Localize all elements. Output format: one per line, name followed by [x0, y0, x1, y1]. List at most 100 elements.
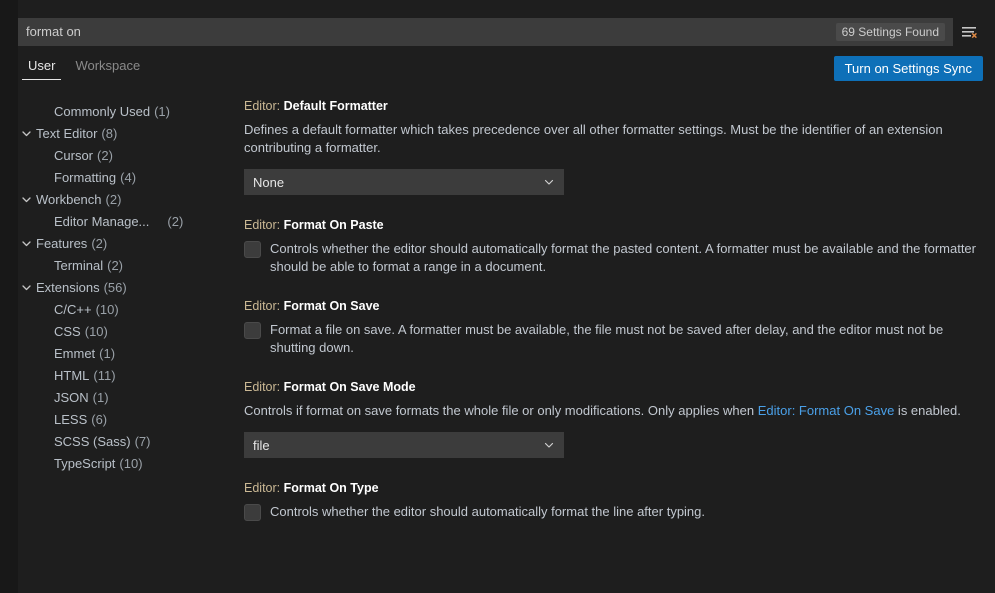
- setting-name: Default Formatter: [283, 99, 388, 113]
- tab-workspace[interactable]: Workspace: [65, 56, 150, 80]
- checkbox-format-on-paste[interactable]: [244, 241, 261, 258]
- toc-item-text-editor[interactable]: Text Editor (8): [18, 122, 222, 144]
- setting-description: Controls whether the editor should autom…: [270, 241, 976, 274]
- toc-item-less[interactable]: LESS (6): [18, 408, 222, 430]
- chevron-down-icon[interactable]: [18, 128, 34, 139]
- setting-title-format-on-save: Editor: Format On Save: [244, 298, 977, 315]
- settings-body: Commonly Used (1) Text Editor (8) Cursor (2) F…: [0, 86, 995, 593]
- chevron-down-icon: [543, 176, 555, 188]
- turn-on-settings-sync-button[interactable]: Turn on Settings Sync: [833, 56, 983, 81]
- settings-scope-tabs: User Workspace Turn on Settings Sync: [18, 56, 995, 86]
- dropdown-format-on-save-mode[interactable]: file: [244, 432, 564, 458]
- search-input[interactable]: format on 69 Settings Found: [18, 18, 953, 46]
- toc-item-count: (2): [167, 213, 184, 229]
- clear-filter-icon[interactable]: [959, 21, 981, 43]
- setting-description-link[interactable]: Editor: Format On Save: [758, 403, 895, 418]
- toc-item-scss-sass[interactable]: SCSS (Sass) (7): [18, 430, 222, 452]
- toc-item-extensions[interactable]: Extensions (56): [18, 276, 222, 298]
- chevron-down-icon[interactable]: [18, 238, 34, 249]
- setting-format-on-type: Editor: Format On Type Controls whether t…: [244, 480, 977, 521]
- setting-format-on-paste: Editor: Format On Paste Controls whether …: [244, 217, 977, 276]
- setting-category-prefix: Editor:: [244, 218, 284, 232]
- dropdown-default-formatter[interactable]: None: [244, 169, 564, 195]
- toc-item-count: (10): [95, 301, 119, 317]
- setting-checkbox-row: Format a file on save. A formatter must …: [244, 321, 977, 357]
- toc-item-count: (1): [99, 345, 116, 361]
- toc-item-count: (1): [154, 103, 170, 119]
- tab-workspace-label: Workspace: [75, 58, 141, 73]
- toc-item-count: (2): [105, 191, 122, 207]
- toc-item-html[interactable]: HTML (11): [18, 364, 222, 386]
- toc-item-label: Cursor: [54, 147, 94, 163]
- toc-item-label: Emmet: [54, 345, 96, 361]
- toc-item-count: (7): [134, 433, 151, 449]
- toc-item-label: SCSS (Sass): [54, 433, 131, 449]
- setting-category-prefix: Editor:: [244, 380, 284, 394]
- toc-item-commonly-used[interactable]: Commonly Used (1): [18, 100, 222, 122]
- setting-checkbox-row: Controls whether the editor should autom…: [244, 240, 977, 276]
- setting-description: Defines a default formatter which takes …: [244, 122, 943, 155]
- toc-item-typescript[interactable]: TypeScript (10): [18, 452, 222, 474]
- setting-category-prefix: Editor:: [244, 99, 284, 113]
- toc-item-count: (6): [91, 411, 108, 427]
- setting-checkbox-row: Controls whether the editor should autom…: [244, 503, 977, 521]
- setting-format-on-save: Editor: Format On Save Format a file on s…: [244, 298, 977, 357]
- setting-category-prefix: Editor:: [244, 481, 284, 495]
- checkbox-format-on-save[interactable]: [244, 322, 261, 339]
- toc-item-label: C/C++: [54, 301, 92, 317]
- toc-item-count: (2): [91, 235, 108, 251]
- settings-list: Editor: Default Formatter Defines a defau…: [222, 98, 995, 593]
- toc-item-label: Text Editor: [36, 125, 98, 141]
- setting-description: Controls if format on save formats the w…: [244, 403, 961, 418]
- toc-item-workbench[interactable]: Workbench (2): [18, 188, 222, 210]
- setting-description: Format a file on save. A formatter must …: [270, 322, 944, 355]
- toc-item-terminal[interactable]: Terminal (2): [18, 254, 222, 276]
- setting-title-default-formatter: Editor: Default Formatter: [244, 98, 977, 115]
- dropdown-selected-value: file: [253, 437, 270, 453]
- toc-item-features[interactable]: Features (2): [18, 232, 222, 254]
- toc-item-label: TypeScript: [54, 455, 116, 471]
- toc-item-json[interactable]: JSON (1): [18, 386, 222, 408]
- setting-title-format-on-type: Editor: Format On Type: [244, 480, 977, 497]
- toc-item-label: LESS: [54, 411, 88, 427]
- toc-item-cursor[interactable]: Cursor (2): [18, 144, 222, 166]
- setting-name: Format On Type: [283, 481, 379, 495]
- checkbox-format-on-type[interactable]: [244, 504, 261, 521]
- toc-item-label: Terminal: [54, 257, 104, 273]
- toc-item-label: HTML: [54, 367, 90, 383]
- toc-item-count: (1): [92, 389, 109, 405]
- toc-item-editor-manage[interactable]: Editor Manage... (2): [18, 210, 222, 232]
- toc-item-count: (4): [120, 169, 137, 185]
- toc-item-emmet[interactable]: Emmet (1): [18, 342, 222, 364]
- results-count-badge: 69 Settings Found: [835, 23, 945, 41]
- toc-item-label: CSS: [54, 323, 81, 339]
- toc-item-label: Editor Manage...: [54, 213, 150, 229]
- setting-name: Format On Save Mode: [283, 380, 416, 394]
- tab-user[interactable]: User: [18, 56, 65, 80]
- toc-item-label: Formatting: [54, 169, 117, 185]
- toc-item-count: (11): [93, 367, 116, 383]
- setting-name: Format On Paste: [283, 218, 384, 232]
- dropdown-selected-value: None: [253, 174, 285, 190]
- chevron-down-icon[interactable]: [18, 282, 34, 293]
- activity-bar-strip: [0, 0, 18, 593]
- toc-item-count: (8): [101, 125, 118, 141]
- toc-item-label: Workbench: [36, 191, 102, 207]
- tab-user-label: User: [28, 58, 56, 73]
- setting-title-format-on-save-mode: Editor: Format On Save Mode: [244, 379, 977, 396]
- toc-item-label: Features: [36, 235, 88, 251]
- toc-item-formatting[interactable]: Formatting (4): [18, 166, 222, 188]
- toc-item-count: (2): [107, 257, 124, 273]
- setting-description: Controls whether the editor should autom…: [270, 504, 706, 519]
- setting-default-formatter: Editor: Default Formatter Defines a defau…: [244, 98, 977, 195]
- toc-item-c-c[interactable]: C/C++ (10): [18, 298, 222, 320]
- chevron-down-icon[interactable]: [18, 194, 34, 205]
- toc-item-css[interactable]: CSS (10): [18, 320, 222, 342]
- toc-item-label: Extensions: [36, 279, 100, 295]
- toc-item-label: Commonly Used: [54, 103, 151, 119]
- chevron-down-icon: [543, 439, 555, 451]
- search-input-value: format on: [26, 24, 81, 39]
- toc-item-label: JSON: [54, 389, 89, 405]
- setting-name: Format On Save: [283, 299, 380, 313]
- settings-search-row: format on 69 Settings Found: [18, 18, 983, 46]
